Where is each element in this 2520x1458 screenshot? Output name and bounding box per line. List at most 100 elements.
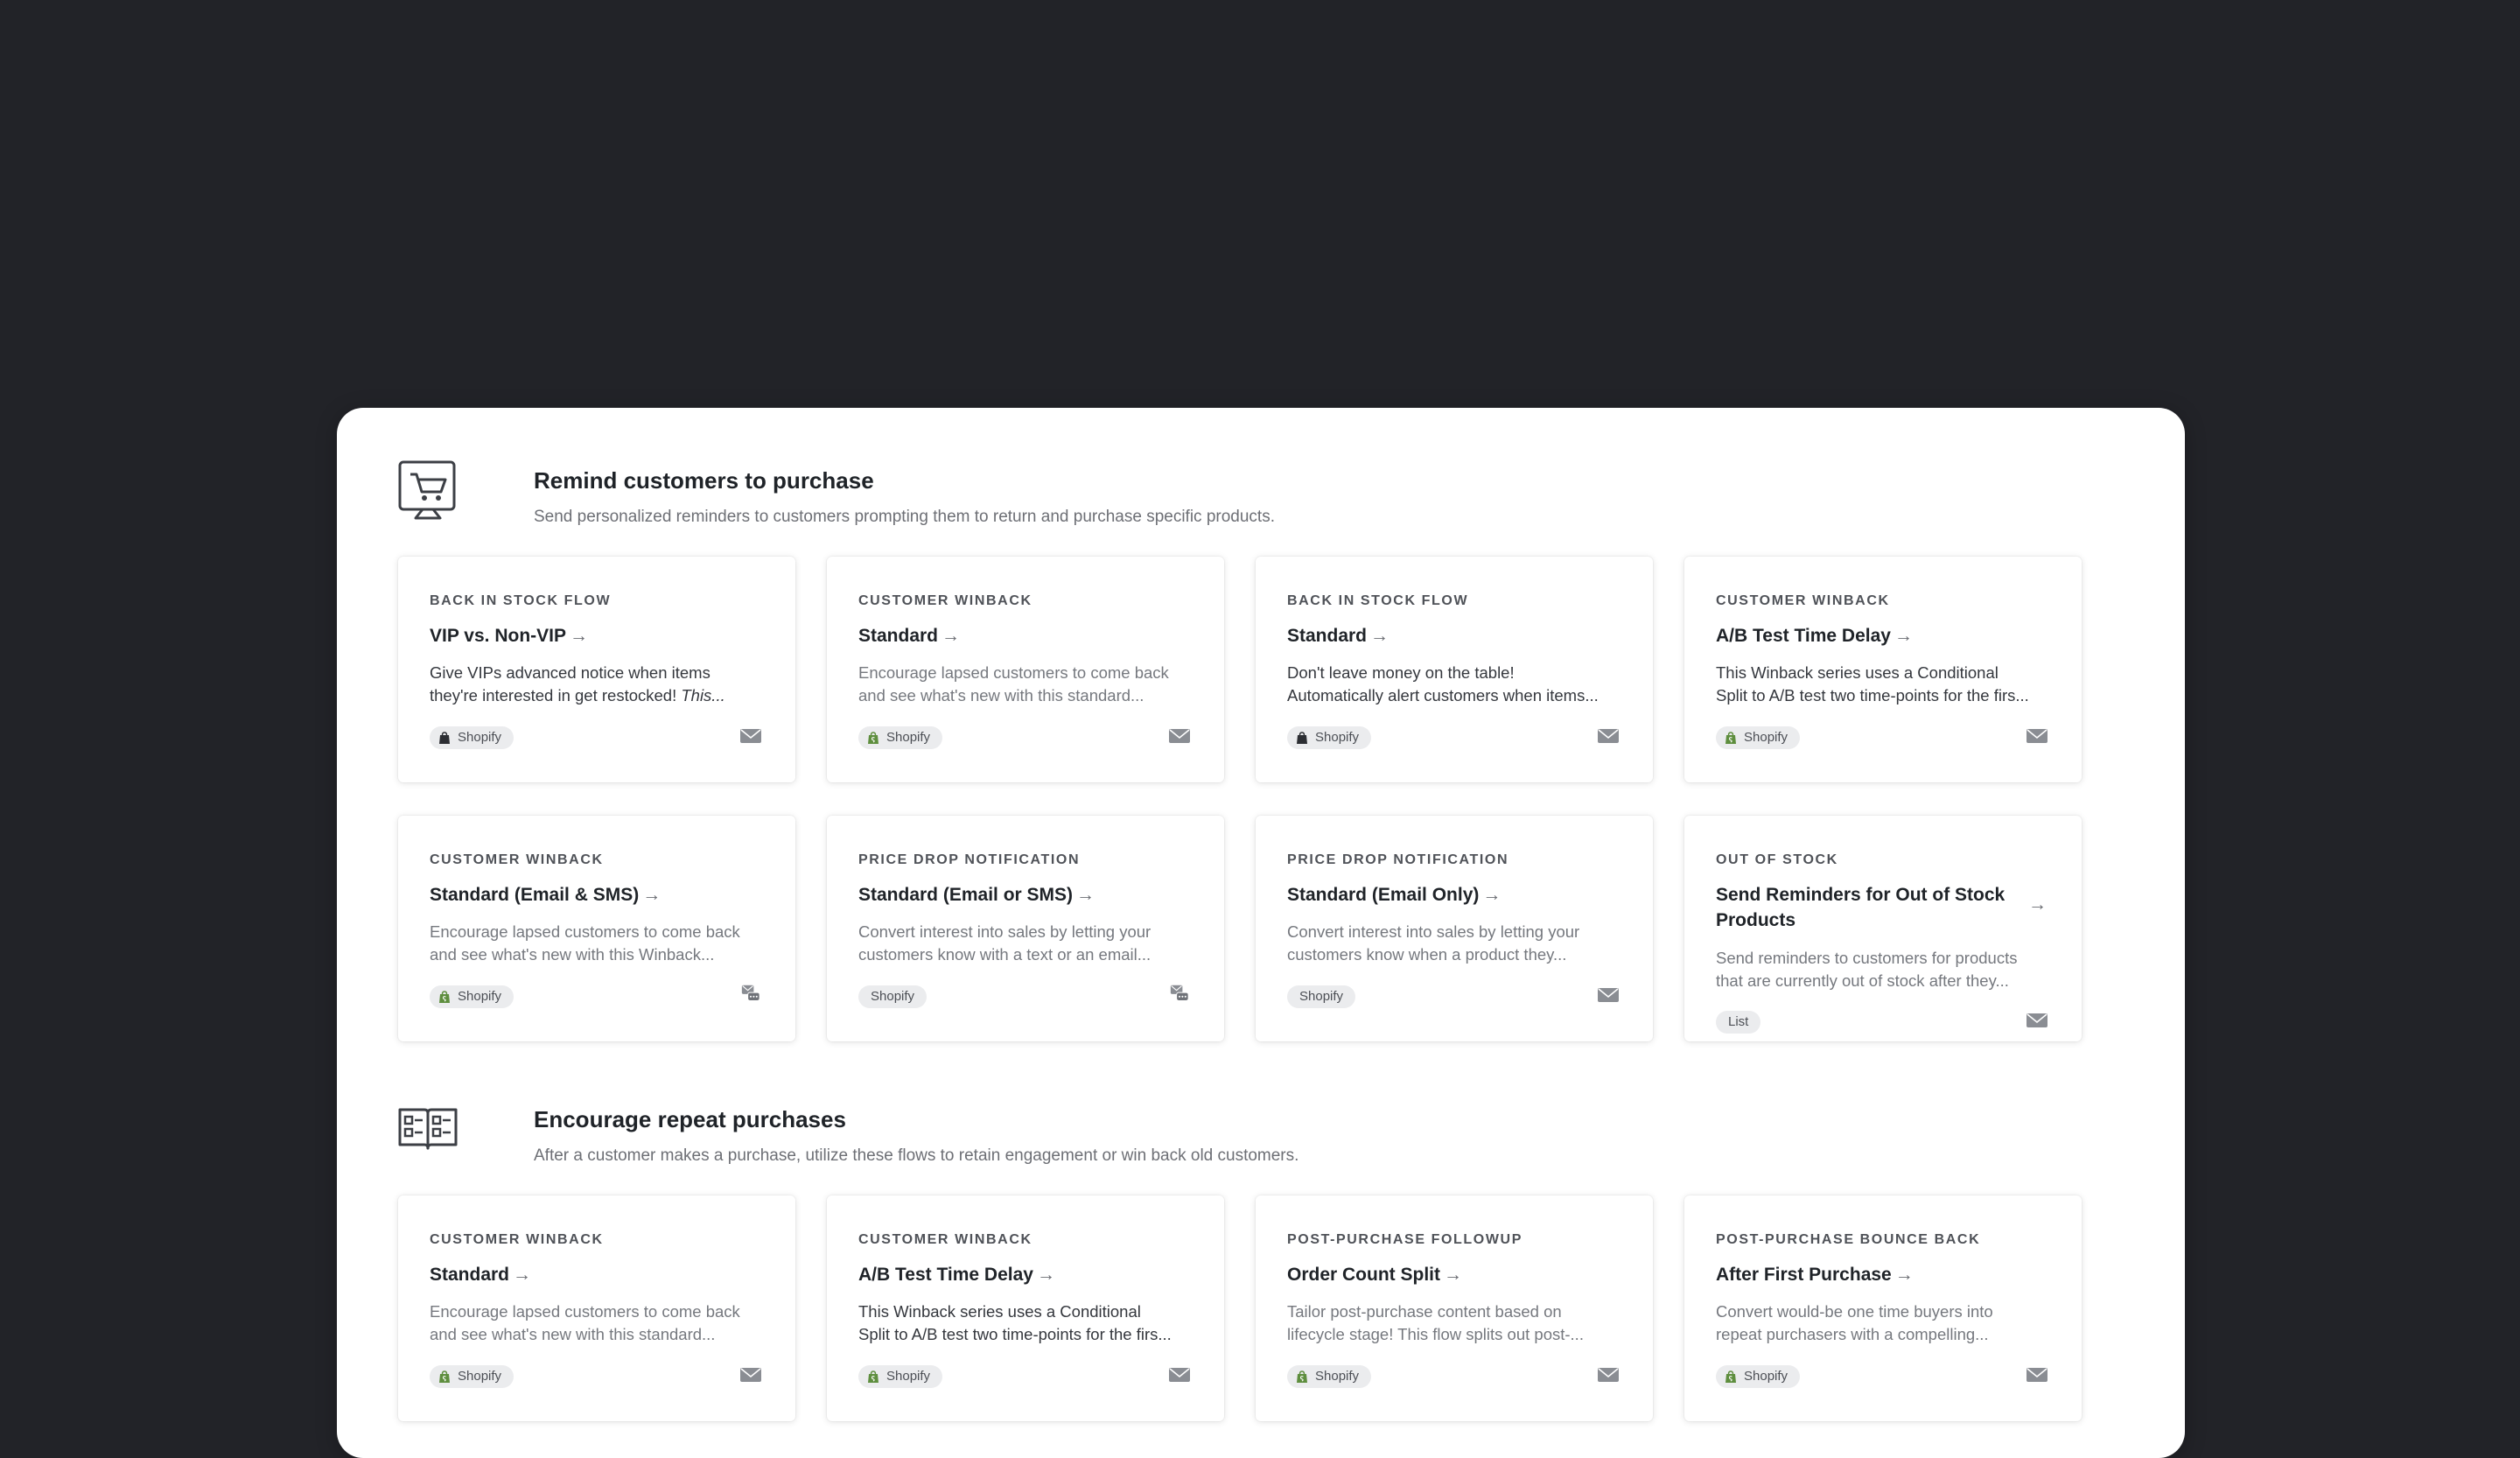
integration-tag: Shopify bbox=[1287, 1365, 1372, 1388]
email-icon bbox=[2026, 729, 2048, 743]
arrow-right-icon: → bbox=[642, 885, 662, 905]
arrow-right-icon: → bbox=[570, 626, 588, 646]
integration-tag: Shopify bbox=[430, 726, 514, 749]
shopify-bag-dark-icon bbox=[439, 731, 450, 744]
flow-card[interactable]: PRICE DROP NOTIFICATION Standard (Email … bbox=[1256, 816, 1653, 1041]
card-category: OUT OF STOCK bbox=[1716, 852, 1838, 867]
arrow-right-icon: → bbox=[1076, 885, 1096, 905]
card-category: CUSTOMER WINBACK bbox=[430, 1232, 604, 1247]
card-description: Send reminders to customers for products… bbox=[1716, 949, 2018, 990]
email-icon bbox=[740, 1368, 761, 1382]
card-category: CUSTOMER WINBACK bbox=[858, 593, 1032, 608]
card-title[interactable]: A/B Test Time Delay → bbox=[1716, 623, 2050, 648]
integration-tag: List bbox=[1716, 1011, 1761, 1034]
flow-card[interactable]: CUSTOMER WINBACK Standard → Encourage lap… bbox=[827, 557, 1224, 782]
email-sms-icon bbox=[741, 985, 760, 1001]
card-description: Don't leave money on the table! Automatic… bbox=[1287, 663, 1599, 704]
card-description: This Winback series uses a Conditional Sp… bbox=[1716, 663, 2029, 704]
card-category: CUSTOMER WINBACK bbox=[430, 852, 604, 867]
email-icon bbox=[1598, 1368, 1619, 1382]
card-title[interactable]: Send Reminders for Out of Stock Products bbox=[1716, 882, 2029, 933]
email-icon bbox=[740, 729, 761, 743]
card-category: BACK IN STOCK FLOW bbox=[1287, 593, 1469, 608]
card-description: Give VIPs advanced notice when items they… bbox=[430, 663, 725, 704]
arrow-right-icon: → bbox=[513, 1265, 532, 1285]
arrow-right-icon: → bbox=[2028, 894, 2047, 915]
shopify-bag-icon bbox=[439, 990, 450, 1003]
arrow-right-icon: → bbox=[1894, 1265, 1914, 1285]
card-description: Tailor post-purchase content based on lif… bbox=[1287, 1302, 1584, 1343]
card-title[interactable]: Standard (Email or SMS) → bbox=[858, 882, 1193, 908]
flow-card[interactable]: BACK IN STOCK FLOW VIP vs. Non-VIP → Give… bbox=[398, 557, 795, 782]
shopify-bag-icon bbox=[868, 1370, 878, 1383]
card-category: POST-PURCHASE BOUNCE BACK bbox=[1716, 1232, 1981, 1247]
flow-card[interactable]: CUSTOMER WINBACK Standard → Encourage lap… bbox=[398, 1195, 795, 1421]
card-description: This Winback series uses a Conditional Sp… bbox=[858, 1302, 1172, 1343]
flow-card[interactable]: CUSTOMER WINBACK Standard (Email & SMS) →… bbox=[398, 816, 795, 1041]
flow-card[interactable]: OUT OF STOCK Send Reminders for Out of S… bbox=[1684, 816, 2082, 1041]
email-icon bbox=[2026, 1013, 2048, 1027]
flow-library-panel: Remind customers to purchase Send person… bbox=[337, 408, 2185, 1458]
card-category: BACK IN STOCK FLOW bbox=[430, 593, 612, 608]
card-title[interactable]: Standard → bbox=[858, 623, 1193, 648]
card-title[interactable]: Standard → bbox=[430, 1262, 764, 1287]
card-description: Encourage lapsed customers to come back a… bbox=[858, 663, 1169, 704]
card-title[interactable]: Standard → bbox=[1287, 623, 1621, 648]
card-title[interactable]: Standard (Email & SMS) → bbox=[430, 882, 764, 908]
card-category: PRICE DROP NOTIFICATION bbox=[858, 852, 1081, 867]
shopify-bag-dark-icon bbox=[1297, 731, 1307, 744]
section-description: After a customer makes a purchase, utili… bbox=[534, 1146, 1299, 1165]
integration-tag: Shopify bbox=[858, 985, 928, 1008]
integration-tag: Shopify bbox=[858, 726, 943, 749]
card-category: POST-PURCHASE FOLLOWUP bbox=[1287, 1232, 1522, 1247]
integration-tag: Shopify bbox=[1287, 726, 1372, 749]
arrow-right-icon: → bbox=[1036, 1265, 1055, 1285]
card-title[interactable]: VIP vs. Non-VIP → bbox=[430, 623, 764, 648]
card-description: Encourage lapsed customers to come back a… bbox=[430, 1302, 740, 1343]
email-icon bbox=[1598, 729, 1619, 743]
card-description: Convert would-be one time buyers into rep… bbox=[1716, 1302, 1993, 1343]
integration-tag: Shopify bbox=[430, 1365, 514, 1388]
card-category: CUSTOMER WINBACK bbox=[858, 1232, 1032, 1247]
flow-card[interactable]: CUSTOMER WINBACK A/B Test Time Delay → Th… bbox=[827, 1195, 1224, 1421]
email-icon bbox=[1598, 988, 1619, 1002]
flow-card[interactable]: BACK IN STOCK FLOW Standard → Don't leave… bbox=[1256, 557, 1653, 782]
email-icon bbox=[1169, 729, 1190, 743]
card-description: Encourage lapsed customers to come back a… bbox=[430, 922, 740, 964]
arrow-right-icon: → bbox=[1482, 885, 1502, 905]
card-title[interactable]: Standard (Email Only) → bbox=[1287, 882, 1621, 908]
integration-tag: Shopify bbox=[858, 1365, 943, 1388]
integration-tag: Shopify bbox=[1716, 726, 1801, 749]
shopify-bag-icon bbox=[868, 731, 878, 744]
shopify-bag-icon bbox=[1726, 1370, 1736, 1383]
integration-tag: Shopify bbox=[1716, 1365, 1801, 1388]
arrow-right-icon: → bbox=[942, 626, 961, 646]
flow-card[interactable]: POST-PURCHASE BOUNCE BACK After First Pu… bbox=[1684, 1195, 2082, 1421]
section-title: Remind customers to purchase bbox=[534, 467, 874, 494]
shopify-bag-icon bbox=[1297, 1370, 1307, 1383]
arrow-right-icon: → bbox=[1444, 1265, 1462, 1285]
card-description: Convert interest into sales by letting y… bbox=[858, 922, 1152, 964]
section-title: Encourage repeat purchases bbox=[534, 1106, 846, 1132]
integration-tag: Shopify bbox=[430, 985, 514, 1008]
arrow-right-icon: → bbox=[1370, 626, 1390, 646]
card-title[interactable]: Order Count Split → bbox=[1287, 1262, 1621, 1287]
flow-card[interactable]: CUSTOMER WINBACK A/B Test Time Delay → Th… bbox=[1684, 557, 2082, 782]
email-icon bbox=[2026, 1368, 2048, 1382]
card-description: Convert interest into sales by letting y… bbox=[1287, 922, 1580, 964]
email-sms-icon bbox=[1170, 985, 1189, 1001]
catalog-icon bbox=[398, 1108, 458, 1150]
card-title[interactable]: After First Purchase → bbox=[1716, 1262, 2050, 1287]
shopify-bag-icon bbox=[1726, 731, 1736, 744]
integration-tag: Shopify bbox=[1287, 985, 1356, 1008]
shopping-cart-icon bbox=[398, 460, 456, 520]
flow-card[interactable]: PRICE DROP NOTIFICATION Standard (Email … bbox=[827, 816, 1224, 1041]
card-category: CUSTOMER WINBACK bbox=[1716, 593, 1890, 608]
arrow-right-icon: → bbox=[1894, 626, 1913, 646]
card-category: PRICE DROP NOTIFICATION bbox=[1287, 852, 1509, 867]
shopify-bag-icon bbox=[439, 1370, 450, 1383]
card-title[interactable]: A/B Test Time Delay → bbox=[858, 1262, 1193, 1287]
email-icon bbox=[1169, 1368, 1190, 1382]
section-description: Send personalized reminders to customers… bbox=[534, 508, 1275, 526]
flow-card[interactable]: POST-PURCHASE FOLLOWUP Order Count Split… bbox=[1256, 1195, 1653, 1421]
